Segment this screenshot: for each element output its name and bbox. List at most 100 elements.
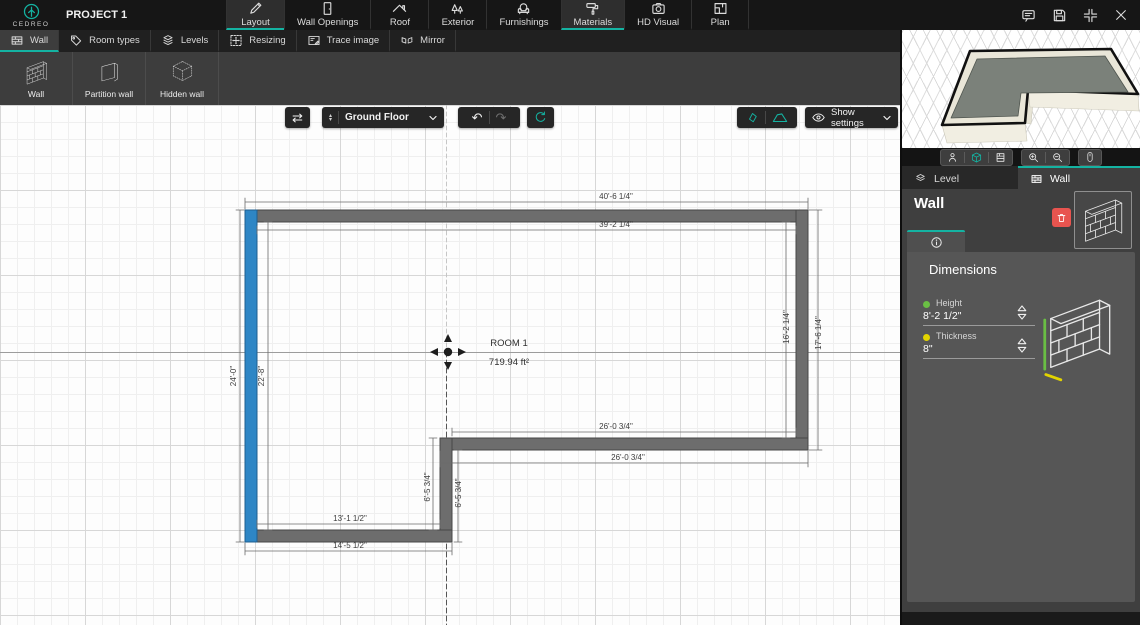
chevron-down-icon	[429, 115, 437, 121]
wall-properties-panel: Wall Dimensions Height 8'-2 1/2" T	[902, 189, 1140, 612]
zoom-group	[1021, 149, 1070, 166]
tool-mirror[interactable]: Mirror	[390, 30, 456, 52]
height-value[interactable]: 8'-2 1/2"	[923, 310, 961, 322]
info-icon	[930, 236, 943, 249]
tool-label: Levels	[181, 35, 208, 46]
close-icon[interactable]	[1114, 8, 1128, 22]
tool-room-types[interactable]: Room types	[59, 30, 151, 52]
divider	[765, 111, 766, 124]
save-icon[interactable]	[1052, 8, 1067, 23]
tab-roof[interactable]: Roof	[370, 0, 428, 30]
wall-icon	[1030, 173, 1043, 185]
levels-icon	[161, 34, 175, 47]
tab-furnishings[interactable]: Furnishings	[486, 0, 560, 30]
divider	[1045, 152, 1046, 163]
tool-trace-image[interactable]: Trace image	[297, 30, 390, 52]
tab-label: HD Visual	[637, 17, 679, 28]
wall-tool-hidden[interactable]: Hidden wall	[146, 52, 219, 105]
right-panel: Level Wall Wall Dimensions Height 8'-2 1…	[900, 0, 1140, 625]
dim-left-inner: 22'-8"	[257, 366, 266, 387]
dim-right-outer: 17'-6 1/4"	[814, 316, 823, 350]
floor-plan: 40'-6 1/4" 39'-2 1/4" 24'-0" 22'-8" 16'-…	[0, 105, 900, 625]
delete-wall-button[interactable]	[1052, 208, 1071, 227]
wall-middle[interactable]	[440, 438, 808, 450]
window-controls	[1021, 0, 1128, 30]
dim-mid-inner: 26'-0 3/4"	[599, 422, 633, 431]
dim-bottom-outer: 14'-5 1/2"	[333, 541, 367, 550]
chevron-down-icon	[883, 115, 891, 121]
exterior-icon	[450, 1, 465, 16]
tab-layout[interactable]: Layout	[226, 0, 284, 30]
panel-tab-wall[interactable]: Wall	[1018, 166, 1140, 189]
level-stepper-icon[interactable]: ▴▾	[329, 114, 332, 122]
zoom-out-icon[interactable]	[1050, 152, 1065, 163]
info-tab[interactable]	[907, 230, 965, 252]
wall-dimensions-illustration	[1033, 290, 1125, 382]
resize-icon	[229, 34, 243, 47]
wall-material-thumbnail[interactable]	[1074, 191, 1132, 249]
dimensions-card: Dimensions Height 8'-2 1/2" Thickness 8"	[907, 252, 1135, 602]
tab-label: Materials	[574, 17, 613, 28]
walkthrough-icon[interactable]	[945, 152, 960, 163]
swap-level-button[interactable]: ⇄	[285, 107, 310, 128]
floors-view-icon[interactable]	[993, 152, 1008, 163]
tool-label: Wall	[30, 35, 48, 46]
show-settings-button[interactable]: Show settings	[805, 107, 898, 128]
panel-tab-label: Wall	[1050, 173, 1070, 185]
hidden-wall-icon	[169, 59, 196, 86]
wall-left-selected[interactable]	[245, 210, 257, 542]
cedreo-logo[interactable]: CEDREO	[0, 0, 62, 30]
thickness-value[interactable]: 8"	[923, 343, 933, 355]
wall-tools-ribbon: Wall Partition wall Hidden wall	[0, 52, 900, 105]
tab-exterior[interactable]: Exterior	[428, 0, 486, 30]
tool-levels[interactable]: Levels	[151, 30, 219, 52]
divider	[338, 111, 339, 124]
view-mode-group	[940, 149, 1013, 166]
tool-label: Resizing	[249, 35, 285, 46]
mouse-icon[interactable]	[1083, 151, 1097, 163]
tab-plan[interactable]: Plan	[691, 0, 749, 30]
tool-label: Room types	[89, 35, 140, 46]
roof-view-icon[interactable]	[772, 112, 788, 123]
display-mode-group	[737, 107, 797, 128]
tab-materials[interactable]: Materials	[561, 0, 625, 30]
exit-fullscreen-icon[interactable]	[1083, 8, 1098, 23]
wall-tool-wall[interactable]: Wall	[0, 52, 73, 105]
feedback-icon[interactable]	[1021, 8, 1036, 23]
tab-wall-openings[interactable]: Wall Openings	[284, 0, 370, 30]
wall-step[interactable]	[440, 438, 452, 542]
thickness-stepper[interactable]	[1017, 338, 1027, 353]
wall-right[interactable]	[796, 210, 808, 450]
trash-icon	[1056, 212, 1067, 224]
panel-tab-level[interactable]: Level	[902, 166, 1018, 189]
wall-tool-partition[interactable]: Partition wall	[73, 52, 146, 105]
tab-label: Layout	[241, 17, 270, 28]
height-label: Height	[936, 298, 962, 308]
zoom-in-icon[interactable]	[1026, 152, 1041, 163]
level-select[interactable]: ▴▾ Ground Floor	[322, 107, 444, 128]
tool-wall[interactable]: Wall	[0, 30, 59, 52]
redo-icon[interactable]: ↷	[496, 111, 507, 124]
tab-hd-visual[interactable]: HD Visual	[624, 0, 691, 30]
view-3d-icon[interactable]	[969, 152, 984, 163]
thickness-dot	[923, 334, 930, 341]
tab-label: Roof	[390, 17, 410, 28]
preview-3d[interactable]	[902, 30, 1140, 148]
refresh-3d-button[interactable]	[527, 107, 554, 128]
tool-resizing[interactable]: Resizing	[219, 30, 296, 52]
undo-redo-group: ↶ ↷	[458, 107, 520, 128]
paint-roller-icon	[585, 1, 600, 16]
room-name: ROOM 1	[490, 338, 527, 349]
undo-icon[interactable]: ↶	[472, 111, 483, 124]
floorplan-canvas[interactable]: 40'-6 1/4" 39'-2 1/4" 24'-0" 22'-8" 16'-…	[0, 105, 900, 625]
height-stepper[interactable]	[1017, 305, 1027, 320]
fill-mode-icon[interactable]	[746, 112, 759, 124]
divider	[964, 152, 965, 163]
panel-title: Wall	[914, 195, 944, 212]
height-underline	[923, 325, 1035, 326]
wall-top[interactable]	[245, 210, 808, 222]
divider	[489, 111, 490, 124]
origin-crosshair[interactable]	[430, 334, 466, 370]
dim-right-inner: 16'-2 1/4"	[782, 310, 791, 344]
wall-tool-label: Partition wall	[85, 89, 133, 99]
